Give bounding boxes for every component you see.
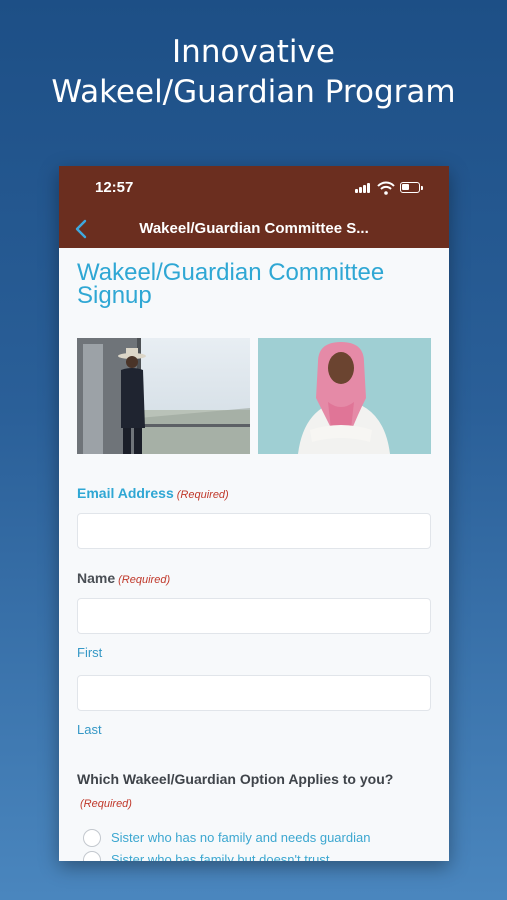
nav-bar: Wakeel/Guardian Committee S... [59, 210, 449, 248]
form-title-line-2: Signup [77, 282, 152, 309]
email-label: Email Address (Required) [77, 485, 229, 501]
battery-icon [400, 182, 423, 193]
photo-man-at-window [77, 338, 250, 454]
radio-circle[interactable] [83, 829, 101, 847]
last-name-sublabel: Last [77, 722, 102, 737]
status-icons [355, 180, 425, 196]
name-label: Name (Required) [77, 570, 171, 586]
radio-circle[interactable] [83, 851, 101, 861]
last-name-input[interactable] [77, 675, 431, 711]
name-required-marker: (Required) [118, 574, 171, 586]
form-title-line-1: Wakeel/Guardian Committee [77, 259, 385, 286]
form-title: Wakeel/Guardian Committee Signup [77, 259, 437, 309]
promo-headline: Innovative Wakeel/Guardian Program [0, 32, 507, 112]
radio-label: Sister who has family but doesn't trust [111, 852, 330, 861]
guardian-option-required-marker: (Required) [80, 798, 132, 810]
radio-option-no-family[interactable]: Sister who has no family and needs guard… [83, 829, 423, 849]
nav-title: Wakeel/Guardian Committee S... [139, 220, 369, 237]
guardian-option-question: Which Wakeel/Guardian Option Applies to … [77, 771, 394, 787]
first-name-sublabel: First [77, 645, 103, 660]
status-time: 12:57 [95, 179, 134, 196]
signal-icon [355, 183, 371, 193]
promo-line-1: Innovative [172, 34, 335, 70]
phone-screen: 12:57 Wakeel/Guardian Committee S... Wak… [59, 166, 449, 861]
wifi-icon [377, 181, 395, 195]
photo-woman-in-hijab [258, 338, 431, 454]
promo-line-2: Wakeel/Guardian Program [51, 74, 456, 110]
radio-option-family-not-trusted[interactable]: Sister who has family but doesn't trust [83, 851, 423, 861]
chevron-left-icon[interactable] [71, 218, 93, 240]
radio-label: Sister who has no family and needs guard… [111, 830, 371, 845]
email-required-marker: (Required) [176, 489, 229, 501]
email-input[interactable] [77, 513, 431, 549]
first-name-input[interactable] [77, 598, 431, 634]
status-bar: 12:57 [59, 166, 449, 210]
